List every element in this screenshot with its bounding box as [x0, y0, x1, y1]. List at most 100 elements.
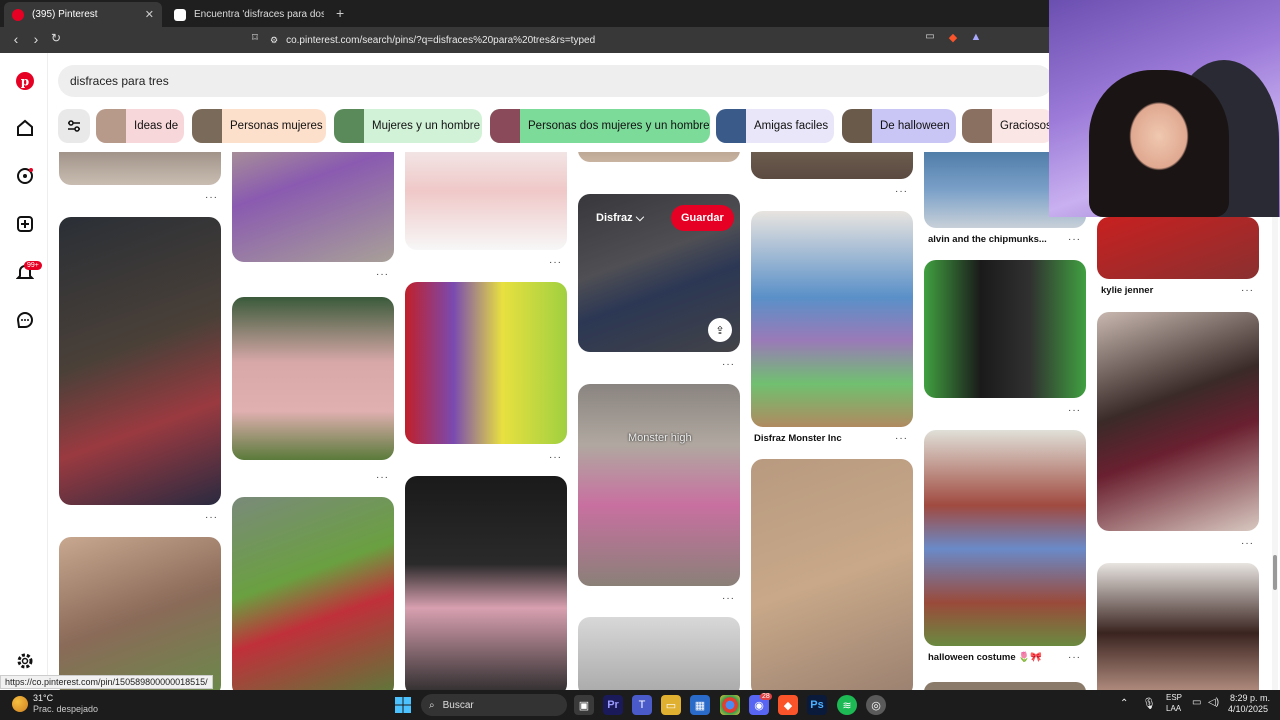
chip-graciosos[interactable]: Graciosos [962, 109, 1053, 143]
more-options-icon[interactable]: ··· [722, 359, 735, 370]
more-options-icon[interactable]: ··· [1241, 285, 1254, 296]
store-icon[interactable]: ▦ [690, 695, 710, 715]
pin-image[interactable] [232, 152, 394, 262]
more-options-icon[interactable]: ··· [1068, 652, 1081, 663]
more-options-icon[interactable]: ··· [376, 472, 389, 483]
messages-icon[interactable] [14, 309, 36, 331]
chip-ideas-de[interactable]: Ideas de [96, 109, 184, 143]
pin-image[interactable] [751, 459, 913, 690]
filter-chip-row: Ideas de Personas mujeres Mujeres y un h… [58, 109, 1053, 145]
pin-image[interactable] [405, 476, 567, 690]
create-icon[interactable] [14, 213, 36, 235]
pin-image[interactable] [405, 152, 567, 250]
brave-shield-icon[interactable]: ◆ [943, 31, 963, 44]
chip-mujeres-y-un-hombre[interactable]: Mujeres y un hombre [334, 109, 482, 143]
tray-chevron-icon[interactable]: ⌃ [1120, 698, 1128, 709]
pin-image[interactable] [59, 537, 221, 690]
search-query: disfraces para tres [70, 74, 169, 88]
chip-thumbnail [96, 109, 126, 143]
pin-image[interactable] [578, 617, 740, 690]
back-icon[interactable]: ‹ [6, 31, 26, 47]
save-button[interactable]: Guardar [671, 205, 734, 231]
new-tab-icon[interactable]: + [336, 5, 344, 21]
keyboard-layout[interactable]: LAA [1166, 704, 1181, 713]
pin-image[interactable] [924, 682, 1086, 690]
reload-icon[interactable]: ↻ [46, 31, 66, 45]
pin-image[interactable] [1097, 312, 1259, 531]
chip-label: Personas mujeres [230, 120, 323, 132]
teams-icon[interactable]: T [632, 695, 652, 715]
tab-tiktok[interactable]: Encuentra 'disfraces para dos mujere [166, 2, 332, 27]
more-options-icon[interactable]: ··· [895, 433, 908, 444]
premiere-pro-icon[interactable]: Pr [603, 695, 623, 715]
tab-pinterest[interactable]: (395) Pinterest ✕ [4, 2, 162, 27]
taskbar-search[interactable]: ⌕ Buscar [421, 694, 567, 716]
pin-image[interactable] [232, 497, 394, 690]
address-bar[interactable]: ⚙ co.pinterest.com/search/pins/?q=disfra… [270, 30, 1000, 50]
clock-time[interactable]: 8:29 p. m. [1230, 693, 1270, 703]
pin-image[interactable]: Monster high [578, 384, 740, 586]
file-explorer-icon[interactable]: ▭ [661, 695, 681, 715]
explore-icon[interactable] [14, 165, 36, 187]
chip-de-halloween[interactable]: De halloween [842, 109, 956, 143]
more-options-icon[interactable]: ··· [549, 257, 562, 268]
clock-date[interactable]: 4/10/2025 [1228, 704, 1268, 714]
chip-label: Mujeres y un hombre [372, 120, 481, 132]
search-icon: ⌕ [429, 699, 435, 711]
pin-image-hovered[interactable]: Disfraz ⌵ Guardar ⇪ [578, 194, 740, 352]
more-options-icon[interactable]: ··· [205, 512, 218, 523]
scrollbar-track[interactable] [1272, 152, 1278, 690]
pin-image[interactable] [751, 152, 913, 179]
more-options-icon[interactable]: ··· [549, 452, 562, 463]
pin-overlay-text: Monster high [628, 432, 692, 444]
spotify-icon[interactable]: ≋ [837, 695, 857, 715]
microphone-icon[interactable]: 🎙 [1142, 697, 1156, 710]
settings-icon[interactable] [14, 650, 36, 672]
pin-image[interactable] [1097, 217, 1259, 279]
url-text: co.pinterest.com/search/pins/?q=disfrace… [286, 34, 596, 46]
more-options-icon[interactable]: ··· [1068, 234, 1081, 245]
bookmark-icon[interactable]: ⌑ [245, 31, 265, 44]
pin-image[interactable] [1097, 563, 1259, 690]
more-options-icon[interactable]: ··· [376, 269, 389, 280]
pin-image[interactable] [751, 211, 913, 427]
network-icon[interactable]: ▭ [1192, 697, 1201, 708]
share-icon[interactable]: ⇪ [708, 318, 732, 342]
chrome-icon[interactable] [720, 695, 740, 715]
more-options-icon[interactable]: ··· [895, 186, 908, 197]
chip-amigas-faciles[interactable]: Amigas faciles [716, 109, 834, 143]
photoshop-icon[interactable]: Ps [807, 695, 827, 715]
more-options-icon[interactable]: ··· [1068, 405, 1081, 416]
chip-personas-mujeres[interactable]: Personas mujeres [192, 109, 326, 143]
volume-icon[interactable]: ◁) [1208, 697, 1219, 708]
more-options-icon[interactable]: ··· [722, 593, 735, 604]
forward-icon[interactable]: › [26, 31, 46, 47]
site-settings-icon[interactable]: ⚙ [270, 35, 278, 46]
windows-start-icon[interactable] [393, 695, 413, 715]
pinterest-logo-icon[interactable]: p [14, 70, 36, 92]
pin-image[interactable] [924, 430, 1086, 646]
pin-image[interactable] [59, 152, 221, 185]
brave-icon[interactable]: ◆ [778, 695, 798, 715]
pin-image[interactable] [578, 152, 740, 162]
filter-button[interactable] [58, 109, 90, 143]
pin-image[interactable] [405, 282, 567, 444]
language-code[interactable]: ESP [1166, 693, 1182, 702]
brave-rewards-icon[interactable]: ▲ [966, 31, 986, 43]
board-selector[interactable]: Disfraz ⌵ [596, 212, 644, 225]
task-view-icon[interactable]: ▣ [574, 695, 594, 715]
chip-thumbnail [334, 109, 364, 143]
pin-image[interactable] [59, 217, 221, 505]
more-options-icon[interactable]: ··· [1241, 538, 1254, 549]
home-icon[interactable] [14, 117, 36, 139]
pin-image[interactable] [924, 260, 1086, 398]
board-name: Disfraz [596, 212, 633, 224]
cast-icon[interactable]: ▭ [920, 31, 940, 42]
more-options-icon[interactable]: ··· [205, 192, 218, 203]
obs-icon[interactable]: ◎ [866, 695, 886, 715]
chip-personas-dos-mujeres-y-un-hombre[interactable]: Personas dos mujeres y un hombre [490, 109, 710, 143]
pin-image[interactable] [232, 297, 394, 460]
search-input[interactable]: disfraces para tres [58, 65, 1053, 97]
scrollbar-thumb[interactable] [1273, 555, 1277, 590]
close-tab-icon[interactable]: ✕ [145, 8, 154, 21]
